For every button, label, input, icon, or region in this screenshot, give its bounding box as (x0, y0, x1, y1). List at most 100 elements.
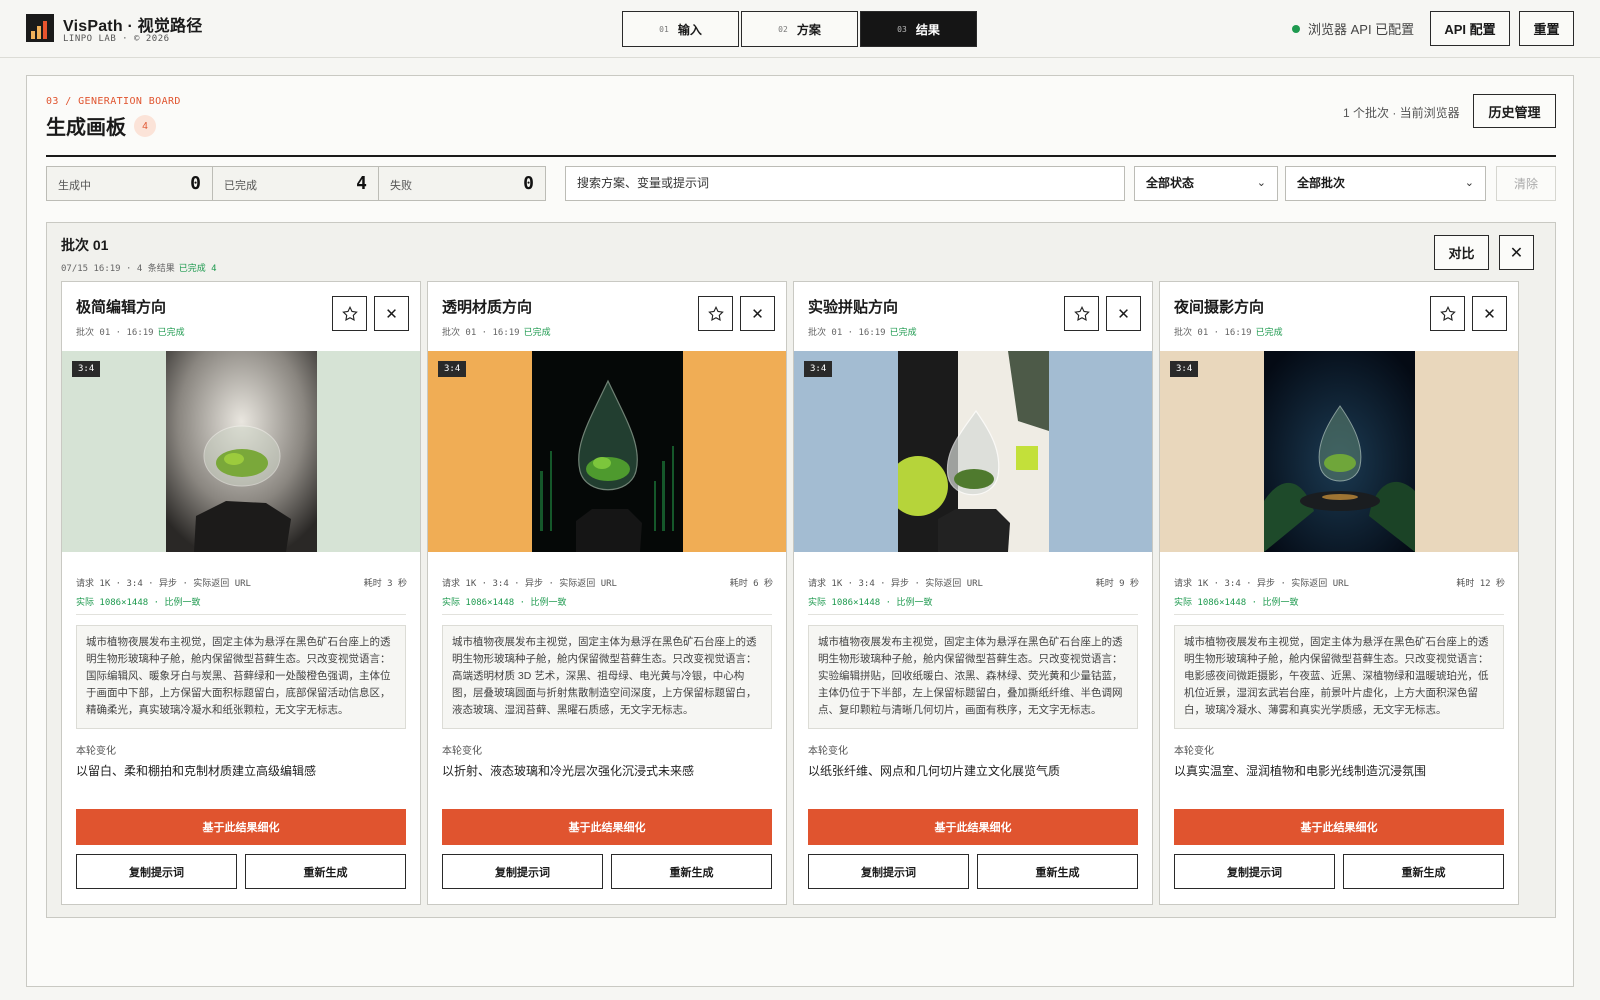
tab-input[interactable]: 01 输入 (622, 11, 739, 47)
duration: 耗时 12 秒 (1456, 579, 1505, 589)
refine-button[interactable]: 基于此结果细化 (76, 809, 406, 845)
request-info: 请求 1K · 3:4 · 异步 · 实际返回 URL (1174, 579, 1349, 589)
refine-button[interactable]: 基于此结果细化 (442, 809, 772, 845)
duration: 耗时 3 秒 (363, 579, 407, 589)
close-icon[interactable]: ✕ (1106, 296, 1141, 331)
copy-prompt-button[interactable]: 复制提示词 (1174, 854, 1335, 889)
refine-button[interactable]: 基于此结果细化 (1174, 809, 1504, 845)
reset-button[interactable]: 重置 (1519, 11, 1574, 46)
result-card: 透明材质方向 批次 01 · 16:19 已完成 ✕ 3:4 请求 1K · 3… (427, 281, 787, 905)
tab-plan[interactable]: 02 方案 (741, 11, 858, 47)
change-label: 本轮变化 (442, 746, 482, 757)
request-info: 请求 1K · 3:4 · 异步 · 实际返回 URL (808, 579, 983, 589)
star-icon[interactable] (698, 296, 733, 331)
aspect-ratio-badge: 3:4 (804, 361, 833, 377)
clear-button[interactable]: 清除 (1496, 166, 1556, 201)
search-input[interactable]: 搜索方案、变量或提示词 (565, 166, 1125, 201)
regenerate-button[interactable]: 重新生成 (611, 854, 772, 889)
close-icon[interactable]: ✕ (740, 296, 775, 331)
aspect-ratio-badge: 3:4 (72, 361, 101, 377)
api-config-button[interactable]: API 配置 (1430, 11, 1510, 46)
actual-size: 实际 1086×1448 · 比例一致 (808, 598, 933, 608)
actual-size: 实际 1086×1448 · 比例一致 (442, 598, 567, 608)
top-bar: VisPath · 视觉路径 LINPO LAB · © 2026 01 输入 0… (0, 0, 1600, 58)
chevron-down-icon: ⌄ (1464, 177, 1474, 189)
app-subtitle: LINPO LAB · © 2026 (63, 34, 170, 44)
close-icon[interactable]: ✕ (1472, 296, 1507, 331)
batch-panel: 批次 01 07/15 16:19 · 4 条结果 已完成 4 对比 ✕ 极简编辑… (46, 222, 1556, 918)
result-card: 实验拼贴方向 批次 01 · 16:19 已完成 ✕ 3:4 请求 1K · 3… (793, 281, 1153, 905)
app-title: VisPath · 视觉路径 (63, 18, 203, 35)
result-image[interactable]: 3:4 (428, 351, 786, 552)
generated-photo (166, 351, 317, 552)
result-image[interactable]: 3:4 (794, 351, 1152, 552)
card-meta: 批次 01 · 16:19 已完成 (76, 328, 185, 338)
prompt-text: 城市植物夜展发布主视觉，固定主体为悬浮在黑色矿石台座上的透明生物形玻璃种子舱，舱… (1174, 625, 1504, 729)
card-title: 夜间摄影方向 (1174, 299, 1265, 316)
logo-icon (26, 14, 54, 42)
divider (76, 614, 406, 615)
aspect-ratio-badge: 3:4 (438, 361, 467, 377)
copy-prompt-button[interactable]: 复制提示词 (76, 854, 237, 889)
duration: 耗时 9 秒 (1095, 579, 1139, 589)
change-label: 本轮变化 (808, 746, 848, 757)
history-button[interactable]: 历史管理 (1473, 94, 1556, 128)
stat-completed: 已完成 4 (212, 166, 379, 201)
chevron-down-icon: ⌄ (1256, 177, 1266, 189)
result-card: 夜间摄影方向 批次 01 · 16:19 已完成 ✕ 3:4 请求 1K · 3… (1159, 281, 1519, 905)
actual-size: 实际 1086×1448 · 比例一致 (76, 598, 201, 608)
status-filter-select[interactable]: 全部状态 ⌄ (1134, 166, 1278, 201)
refine-button[interactable]: 基于此结果细化 (808, 809, 1138, 845)
divider (1174, 614, 1504, 615)
generation-board: 03 / GENERATION BOARD 生成画板 4 1 个批次 · 当前浏… (26, 75, 1574, 987)
result-image[interactable]: 3:4 (62, 351, 420, 552)
request-info: 请求 1K · 3:4 · 异步 · 实际返回 URL (76, 579, 251, 589)
batch-meta: 07/15 16:19 · 4 条结果 已完成 4 (61, 264, 217, 274)
divider (46, 155, 1556, 157)
copy-prompt-button[interactable]: 复制提示词 (808, 854, 969, 889)
compare-button[interactable]: 对比 (1434, 235, 1489, 270)
change-text: 以真实温室、湿润植物和电影光线制造沉浸氛围 (1174, 764, 1427, 778)
star-icon[interactable] (332, 296, 367, 331)
close-icon[interactable]: ✕ (1499, 235, 1534, 270)
board-meta: 1 个批次 · 当前浏览器 (1343, 106, 1460, 120)
change-text: 以折射、液态玻璃和冷光层次强化沉浸式未来感 (442, 764, 695, 778)
generated-photo (532, 351, 683, 552)
board-tag: 03 / GENERATION BOARD (46, 96, 181, 107)
star-icon[interactable] (1430, 296, 1465, 331)
card-title: 透明材质方向 (442, 299, 533, 316)
aspect-ratio-badge: 3:4 (1170, 361, 1199, 377)
prompt-text: 城市植物夜展发布主视觉，固定主体为悬浮在黑色矿石台座上的透明生物形玻璃种子舱，舱… (808, 625, 1138, 729)
regenerate-button[interactable]: 重新生成 (977, 854, 1138, 889)
tab-result[interactable]: 03 结果 (860, 11, 977, 47)
result-card: 极简编辑方向 批次 01 · 16:19 已完成 ✕ 3:4 请求 1K · 3… (61, 281, 421, 905)
generated-photo (898, 351, 1049, 552)
stat-generating: 生成中 0 (46, 166, 213, 201)
divider (442, 614, 772, 615)
stat-failed: 失败 0 (378, 166, 546, 201)
copy-prompt-button[interactable]: 复制提示词 (442, 854, 603, 889)
change-text: 以纸张纤维、网点和几何切片建立文化展览气质 (808, 764, 1061, 778)
board-title: 生成画板 (46, 117, 126, 139)
status-dot-icon (1292, 24, 1300, 33)
prompt-text: 城市植物夜展发布主视觉，固定主体为悬浮在黑色矿石台座上的透明生物形玻璃种子舱，舱… (76, 625, 406, 729)
regenerate-button[interactable]: 重新生成 (1343, 854, 1504, 889)
request-info: 请求 1K · 3:4 · 异步 · 实际返回 URL (442, 579, 617, 589)
change-label: 本轮变化 (1174, 746, 1214, 757)
star-icon[interactable] (1064, 296, 1099, 331)
step-tabs: 01 输入 02 方案 03 结果 (622, 11, 979, 47)
card-meta: 批次 01 · 16:19 已完成 (808, 328, 917, 338)
card-title: 极简编辑方向 (76, 299, 167, 316)
duration: 耗时 6 秒 (729, 579, 773, 589)
close-icon[interactable]: ✕ (374, 296, 409, 331)
actual-size: 实际 1086×1448 · 比例一致 (1174, 598, 1299, 608)
count-badge: 4 (134, 115, 156, 137)
batch-filter-select[interactable]: 全部批次 ⌄ (1285, 166, 1486, 201)
card-meta: 批次 01 · 16:19 已完成 (442, 328, 551, 338)
result-image[interactable]: 3:4 (1160, 351, 1518, 552)
regenerate-button[interactable]: 重新生成 (245, 854, 406, 889)
change-label: 本轮变化 (76, 746, 116, 757)
card-title: 实验拼贴方向 (808, 299, 899, 316)
prompt-text: 城市植物夜展发布主视觉，固定主体为悬浮在黑色矿石台座上的透明生物形玻璃种子舱，舱… (442, 625, 772, 729)
generated-photo (1264, 351, 1415, 552)
